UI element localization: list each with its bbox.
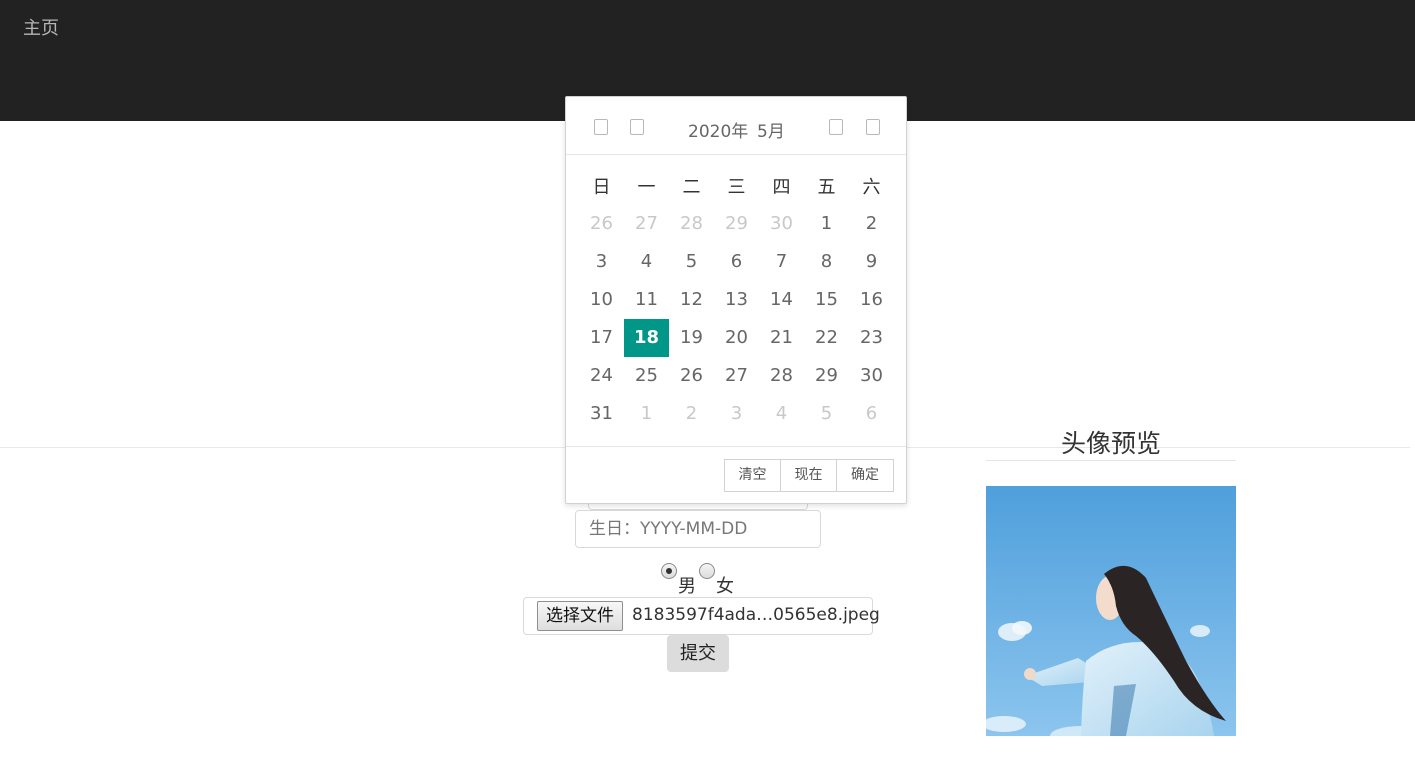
date-picker-footer: 清空 现在 确定 [566,446,906,504]
clear-button[interactable]: 清空 [724,459,781,492]
day-cell[interactable]: 22 [804,319,849,357]
day-cell[interactable]: 27 [714,357,759,395]
day-cell[interactable]: 5 [804,395,849,433]
day-cell[interactable]: 1 [804,205,849,243]
day-cell[interactable]: 14 [759,281,804,319]
day-cell[interactable]: 8 [804,243,849,281]
day-cell[interactable]: 15 [804,281,849,319]
day-cell[interactable]: 31 [579,395,624,433]
next-year-icon[interactable] [866,119,880,135]
day-cell[interactable]: 11 [624,281,669,319]
day-cell[interactable]: 9 [849,243,894,281]
avatar-preview-image [986,486,1236,736]
day-cell[interactable]: 30 [849,357,894,395]
day-cell[interactable]: 1 [624,395,669,433]
day-cell[interactable]: 27 [624,205,669,243]
day-cell[interactable]: 10 [579,281,624,319]
day-cell[interactable]: 5 [669,243,714,281]
day-cell[interactable]: 3 [714,395,759,433]
day-cell[interactable]: 4 [624,243,669,281]
birthday-input[interactable] [575,510,821,548]
preview-divider [986,460,1236,461]
date-picker-header: 2020年 5月 [566,97,906,155]
day-cell[interactable]: 17 [579,319,624,357]
weekday-label: 三 [727,177,746,198]
year-selector[interactable]: 2020年 [688,117,748,142]
weekday-label: 一 [637,177,656,198]
gender-female-label: 女 [716,576,734,597]
selected-file-name: 8183597f4ada…0565e8.jpeg [632,605,880,625]
weekday-label: 四 [772,177,791,198]
day-cell[interactable]: 2 [849,205,894,243]
day-cell[interactable]: 2 [669,395,714,433]
gender-male-radio[interactable] [661,563,677,579]
weekday-label: 二 [682,177,701,198]
day-cell[interactable]: 25 [624,357,669,395]
weekday-label: 日 [592,177,611,198]
day-cell[interactable]: 29 [804,357,849,395]
gender-male-label: 男 [678,576,696,597]
avatar-file-input[interactable]: 选择文件 8183597f4ada…0565e8.jpeg [523,597,880,635]
day-cell[interactable]: 24 [579,357,624,395]
day-cell[interactable]: 20 [714,319,759,357]
day-cell[interactable]: 28 [759,357,804,395]
day-cell[interactable]: 12 [669,281,714,319]
weekday-label: 六 [862,177,881,198]
nav-home-link[interactable]: 主页 [23,14,59,40]
day-cell[interactable]: 4 [759,395,804,433]
day-cell[interactable]: 26 [669,357,714,395]
day-cell[interactable]: 28 [669,205,714,243]
day-cell[interactable]: 21 [759,319,804,357]
day-cell[interactable]: 16 [849,281,894,319]
day-cell[interactable]: 30 [759,205,804,243]
day-cell-selected[interactable]: 18 [624,319,669,357]
day-cell[interactable]: 3 [579,243,624,281]
day-cell[interactable]: 6 [849,395,894,433]
month-selector[interactable]: 5月 [757,117,785,142]
prev-month-icon[interactable] [630,119,644,135]
submit-button[interactable]: 提交 [667,635,729,672]
next-month-icon[interactable] [829,119,843,135]
day-cell[interactable]: 26 [579,205,624,243]
weekday-label: 五 [817,177,836,198]
confirm-button[interactable]: 确定 [836,459,894,492]
day-cell[interactable]: 6 [714,243,759,281]
day-cell[interactable]: 29 [714,205,759,243]
gender-female-radio[interactable] [699,563,715,579]
prev-year-icon[interactable] [594,119,608,135]
day-cell[interactable]: 19 [669,319,714,357]
avatar-preview-title: 头像预览 [1060,429,1161,458]
day-cell[interactable]: 13 [714,281,759,319]
now-button[interactable]: 现在 [780,459,837,492]
date-picker-popup: 2020年 5月 日 一 二 三 四 五 六 26 27 28 29 30 1 2 3 4 5 6 7… [565,96,907,504]
day-cell[interactable]: 7 [759,243,804,281]
choose-file-button[interactable]: 选择文件 [537,601,623,631]
day-cell[interactable]: 23 [849,319,894,357]
